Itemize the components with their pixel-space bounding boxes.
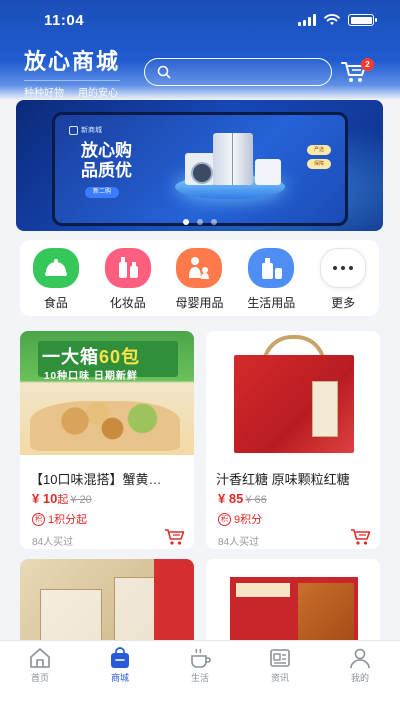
- slogan: 种种好物 用的安心: [24, 80, 121, 99]
- product-image-text: 一大箱: [42, 347, 99, 367]
- category-label: 食品: [43, 296, 68, 310]
- tab-news[interactable]: 资讯: [240, 641, 320, 711]
- product-card[interactable]: 一大箱60包 10种口味 日期新鲜 【10口味混搭】蟹黄… ¥ 10起 ¥ 20 …: [20, 331, 194, 549]
- cart-badge: 2: [361, 58, 374, 71]
- slogan-part-1: 种种好物: [24, 88, 64, 99]
- tab-label: 我的: [350, 673, 369, 683]
- app-title: 放心商城: [24, 49, 121, 74]
- add-to-cart-icon[interactable]: [350, 528, 372, 546]
- shop-bag-icon: [111, 647, 129, 668]
- cosmetics-icon: [104, 248, 151, 288]
- tab-label: 资讯: [270, 673, 289, 683]
- product-image: [206, 331, 380, 455]
- washer-image: [185, 153, 215, 185]
- points-icon: 积: [32, 512, 45, 526]
- battery-icon: [348, 14, 377, 26]
- pagination-dot[interactable]: [182, 219, 189, 225]
- buyers-count: 84人买过: [32, 537, 74, 548]
- banner-logo: 新商城: [69, 125, 102, 135]
- category-bar: 食品 化妆品 母婴用品 生活用品 更多: [20, 240, 379, 316]
- banner-headline: 放心购 品质优: [81, 141, 132, 180]
- product-image: [206, 559, 380, 649]
- pagination-dot[interactable]: [196, 219, 203, 225]
- tab-bar: 首页 商城 生活 资讯 我的: [0, 640, 400, 711]
- cart-button[interactable]: 2: [340, 58, 374, 86]
- tab-life[interactable]: 生活: [160, 641, 240, 711]
- tab-shop[interactable]: 商城: [80, 641, 160, 711]
- more-icon: [320, 248, 367, 288]
- original-price: ¥ 66: [245, 494, 267, 506]
- product-price: ¥ 85 ¥ 66: [218, 491, 267, 506]
- category-baby-products[interactable]: 母婴用品: [164, 240, 236, 316]
- baby-products-icon: [176, 248, 223, 288]
- status-icons: [298, 14, 377, 26]
- product-image: [20, 559, 194, 649]
- wifi-icon: [324, 14, 340, 25]
- product-name: 汁香红糖 原味颗粒红糖: [216, 472, 350, 487]
- product-points: 积 9积分: [218, 511, 262, 527]
- buyers-count: 84人买过: [218, 537, 260, 548]
- product-points: 积 1积分起: [32, 511, 87, 527]
- tab-label: 首页: [30, 673, 49, 683]
- signal-icon: [298, 14, 316, 26]
- category-label: 更多: [331, 296, 356, 310]
- product-name: 【10口味混搭】蟹黄…: [30, 472, 162, 487]
- banner-tag: 保障: [307, 159, 331, 169]
- appliance-image: [255, 159, 281, 185]
- product-card[interactable]: [206, 559, 380, 649]
- header: 11:04 放心商城 种种好物 用的安心 2: [0, 0, 400, 100]
- product-card[interactable]: [20, 559, 194, 649]
- product-price: ¥ 10起 ¥ 20: [32, 491, 92, 506]
- fridge-image: [213, 133, 253, 185]
- category-more[interactable]: 更多: [307, 240, 379, 316]
- banner-button: 新二购: [85, 187, 119, 198]
- news-icon: [270, 649, 290, 667]
- banner-screen: 新商城 放心购 品质优 新二购 严选 保障: [52, 112, 348, 226]
- search-icon: [157, 65, 171, 79]
- food-icon: [32, 248, 79, 288]
- pagination-dot[interactable]: [210, 219, 217, 225]
- status-time: 11:04: [44, 12, 85, 29]
- product-image-text: 60包: [99, 347, 141, 367]
- points-icon: 积: [218, 512, 231, 526]
- category-label: 生活用品: [247, 296, 296, 310]
- original-price: ¥ 20: [70, 494, 92, 506]
- tab-profile[interactable]: 我的: [320, 641, 400, 711]
- tab-home[interactable]: 首页: [0, 641, 80, 711]
- tab-label: 生活: [190, 673, 209, 683]
- daily-goods-icon: [248, 248, 295, 288]
- category-label: 化妆品: [109, 296, 146, 310]
- search-input[interactable]: [179, 63, 319, 81]
- search-bar[interactable]: [144, 58, 332, 86]
- slogan-part-2: 用的安心: [78, 88, 118, 99]
- category-cosmetics[interactable]: 化妆品: [92, 240, 164, 316]
- product-card[interactable]: 汁香红糖 原味颗粒红糖 ¥ 85 ¥ 66 积 9积分 84人买过: [206, 331, 380, 549]
- banner-tag: 严选: [307, 145, 331, 155]
- coffee-cup-icon: [191, 648, 211, 668]
- product-image: 一大箱60包 10种口味 日期新鲜: [20, 331, 194, 455]
- add-to-cart-icon[interactable]: [164, 528, 186, 546]
- product-image-text: 10种口味 日期新鲜: [44, 371, 138, 382]
- status-bar: 11:04: [0, 10, 400, 34]
- brand: 放心商城 种种好物 用的安心: [24, 44, 121, 99]
- promo-banner[interactable]: 新商城 放心购 品质优 新二购 严选 保障: [16, 100, 383, 231]
- home-icon: [30, 648, 50, 668]
- category-label: 母婴用品: [175, 296, 224, 310]
- tab-label: 商城: [110, 673, 129, 683]
- banner-pagination: [16, 219, 383, 225]
- category-daily-goods[interactable]: 生活用品: [235, 240, 307, 316]
- user-icon: [350, 648, 370, 669]
- category-food[interactable]: 食品: [20, 240, 92, 316]
